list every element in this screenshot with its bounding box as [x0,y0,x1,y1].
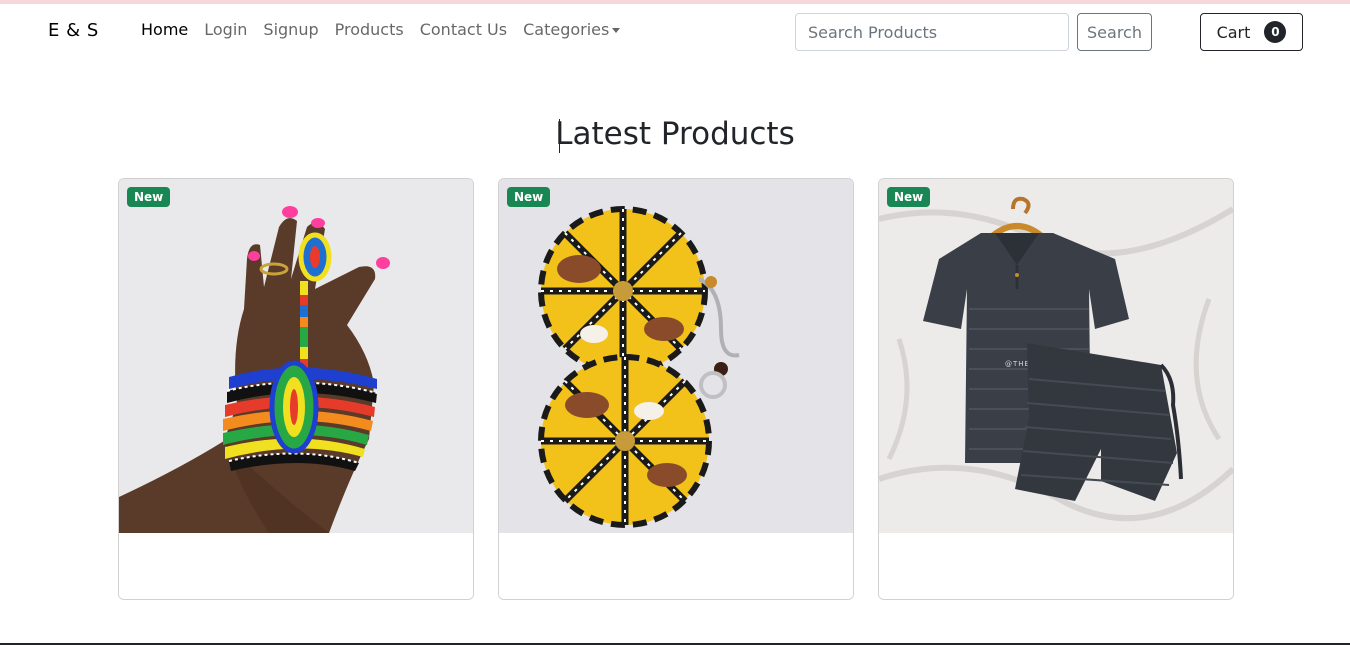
nav-link-home[interactable]: Home [133,20,196,39]
new-badge: New [507,187,551,207]
new-badge: New [887,187,931,207]
brand-logo[interactable]: E & S [48,20,99,41]
card-body [119,533,473,599]
search-form: Search [795,13,1152,51]
categories-label: Categories [523,20,610,39]
product-image[interactable] [119,179,473,533]
nav-link-contact[interactable]: Contact Us [412,20,515,39]
card-body [879,533,1233,599]
product-card[interactable]: @THE_REENABRAND New [878,178,1234,600]
product-image[interactable] [499,179,853,533]
nav-link-signup[interactable]: Signup [255,20,326,39]
card-body [499,533,853,599]
product-card[interactable]: New [498,178,854,600]
nav-links: Home Login Signup Products Contact Us Ca… [133,20,628,39]
search-input[interactable] [795,13,1069,51]
text-cursor [559,119,560,153]
cart-count-badge: 0 [1264,21,1287,43]
navbar: E & S Home Login Signup Products Contact… [0,4,1350,60]
caret-down-icon [612,28,621,33]
new-badge: New [127,187,171,207]
nav-dropdown-categories[interactable]: Categories [515,20,628,39]
product-card[interactable]: New [118,178,474,600]
cart-label: Cart [1216,22,1251,42]
search-button[interactable]: Search [1077,13,1152,51]
section-title: Latest Products [555,116,795,152]
product-image[interactable]: @THE_REENABRAND [879,179,1233,533]
cart-button[interactable]: Cart 0 [1200,13,1303,51]
nav-link-login[interactable]: Login [196,20,255,39]
nav-link-products[interactable]: Products [327,20,412,39]
